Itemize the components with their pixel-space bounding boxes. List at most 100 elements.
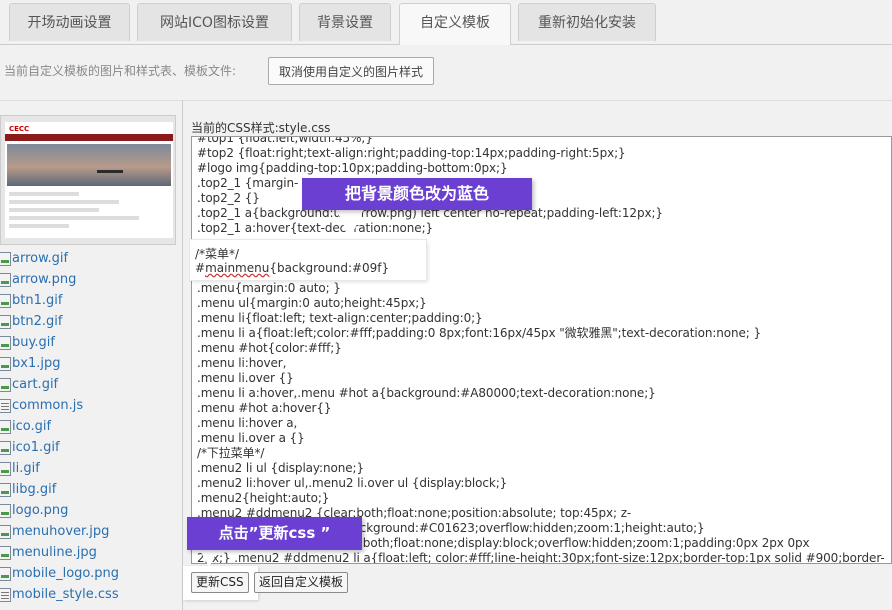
image-file-icon xyxy=(0,566,11,581)
image-file-icon xyxy=(0,314,11,329)
css-editor-textarea[interactable]: #top1 {float:left;width:45%;} #top2 {floa… xyxy=(191,136,892,564)
image-file-icon xyxy=(0,503,11,518)
file-name: cart.gif xyxy=(12,377,59,392)
file-list: arrow.gif arrow.png btn1.gif btn2.gif buy.gi… xyxy=(0,248,182,605)
file-name: mobile_style.css xyxy=(12,587,119,602)
thumbnail-banner xyxy=(7,144,171,186)
image-file-icon xyxy=(0,545,11,560)
mainmenu-rule-line: #mainmenu{background:#09f} xyxy=(195,261,389,275)
hash-char: # xyxy=(195,261,206,275)
tab-custom-template[interactable]: 自定义模板 xyxy=(399,3,511,45)
tab-website-ico[interactable]: 网站ICO图标设置 xyxy=(137,3,292,41)
background-declaration: {background:#09f} xyxy=(269,261,390,275)
tab-reinitialize[interactable]: 重新初始化安装 xyxy=(518,3,656,41)
file-name: logo.png xyxy=(12,503,69,518)
file-item[interactable]: arrow.png xyxy=(0,269,182,290)
file-name: menuhover.jpg xyxy=(12,524,110,539)
file-item[interactable]: cart.gif xyxy=(0,374,182,395)
update-css-button[interactable]: 更新CSS xyxy=(191,572,249,593)
thumbnail-nav-bar xyxy=(5,134,173,141)
file-item[interactable]: common.js xyxy=(0,395,182,416)
file-item[interactable]: ico.gif xyxy=(0,416,182,437)
file-item[interactable]: btn2.gif xyxy=(0,311,182,332)
image-file-icon xyxy=(0,272,11,287)
menu-comment-line: /*菜单*/ xyxy=(195,247,240,261)
file-item[interactable]: arrow.gif xyxy=(0,248,182,269)
image-file-icon xyxy=(0,356,11,371)
code-line: .menu li{float:left; text-align:center;p… xyxy=(197,311,483,325)
file-item[interactable]: ico1.gif xyxy=(0,437,182,458)
code-line: .menu2{height:auto;} xyxy=(197,491,330,505)
file-name: bx1.jpg xyxy=(12,356,61,371)
file-item[interactable]: libg.gif xyxy=(0,479,182,500)
callout-pointer xyxy=(199,549,219,567)
thumbnail-ship xyxy=(97,156,123,173)
file-name: li.gif xyxy=(12,461,40,476)
code-line: #top1 {float:left;width:45%;} xyxy=(197,136,373,145)
file-name: libg.gif xyxy=(12,482,57,497)
file-name: btn2.gif xyxy=(12,314,63,329)
file-name: mobile_logo.png xyxy=(12,566,120,581)
image-file-icon xyxy=(0,377,11,392)
thumbnail-logo: CECC xyxy=(9,125,30,133)
image-file-icon xyxy=(0,440,11,455)
tab-background[interactable]: 背景设置 xyxy=(299,3,391,41)
code-line: .menu li:hover a, xyxy=(197,416,298,430)
code-line: .menu ul{margin:0 auto;height:45px;} xyxy=(197,296,427,310)
template-thumbnail[interactable]: CECC xyxy=(0,115,176,245)
image-file-icon xyxy=(0,524,11,539)
selector-mainmenu: mainmenu xyxy=(205,261,270,275)
css-file-label: 当前的CSS样式:style.css xyxy=(191,121,331,135)
thumbnail-row xyxy=(9,200,119,204)
thumbnail-row xyxy=(9,192,79,196)
callout-pointer xyxy=(336,209,364,239)
cancel-custom-style-button[interactable]: 取消使用自定义的图片样式 xyxy=(268,57,435,85)
back-to-template-button[interactable]: 返回自定义模板 xyxy=(254,572,349,593)
file-name: buy.gif xyxy=(12,335,55,350)
template-preview-image: CECC xyxy=(5,122,173,238)
file-item[interactable]: mobile_logo.png xyxy=(0,563,182,584)
callout-click-update: 点击”更新css ” xyxy=(187,517,362,550)
code-line: .menu #hot a:hover{} xyxy=(197,401,332,415)
file-item[interactable]: logo.png xyxy=(0,500,182,521)
file-name: arrow.png xyxy=(12,272,77,287)
file-name: common.js xyxy=(12,398,84,413)
tab-bar: 开场动画设置 网站ICO图标设置 背景设置 自定义模板 重新初始化安装 xyxy=(0,0,892,45)
file-name: btn1.gif xyxy=(12,293,63,308)
code-line: .menu li.over {} xyxy=(197,371,294,385)
image-file-icon xyxy=(0,293,11,308)
file-item[interactable]: li.gif xyxy=(0,458,182,479)
css-file-icon xyxy=(0,587,11,602)
code-line: #logo img{padding-top:10px;padding-botto… xyxy=(197,161,508,175)
image-file-icon xyxy=(0,482,11,497)
file-item[interactable]: btn1.gif xyxy=(0,290,182,311)
code-line: .menu li:hover, xyxy=(197,356,287,370)
file-item[interactable]: menuline.jpg xyxy=(0,542,182,563)
thumbnail-row xyxy=(9,224,69,228)
thumbnail-row xyxy=(9,208,99,212)
thumbnail-row xyxy=(9,216,139,220)
code-line: .menu2 li ul {display:none;} xyxy=(197,461,365,475)
code-line: .menu li a{float:left;color:#fff;padding… xyxy=(197,326,762,340)
callout-change-background: 把背景颜色改为蓝色 xyxy=(302,178,532,210)
image-file-icon xyxy=(0,335,11,350)
file-item[interactable]: bx1.jpg xyxy=(0,353,182,374)
image-file-icon xyxy=(0,419,11,434)
tab-opening-animation[interactable]: 开场动画设置 xyxy=(9,3,130,41)
script-file-icon xyxy=(0,398,11,413)
file-sidebar: CECC arrow.gif arrow.png btn1.gif btn2.gif b… xyxy=(0,110,182,610)
file-name: menuline.jpg xyxy=(12,545,97,560)
file-item[interactable]: menuhover.jpg xyxy=(0,521,182,542)
image-file-icon xyxy=(0,251,11,266)
info-text: 当前自定义模板的图片和样式表、模板文件: xyxy=(4,64,237,78)
highlighted-code-box: /*菜单*/ #mainmenu{background:#09f} xyxy=(190,240,426,280)
file-item[interactable]: mobile_style.css xyxy=(0,584,182,605)
code-line: .menu li a:hover,.menu #hot a{background… xyxy=(197,386,656,400)
code-line: .menu2 li:hover ul,.menu2 li.over ul {di… xyxy=(197,476,508,490)
file-name: arrow.gif xyxy=(12,251,69,266)
file-item[interactable]: buy.gif xyxy=(0,332,182,353)
code-line: 2px;} .menu2 #ddmenu2 li a{float:left; c… xyxy=(197,551,885,564)
code-line: .top2_1 a:hover{text-decoration:none;} xyxy=(197,221,434,235)
css-code: #top1 {float:left;width:45%;} #top2 {floa… xyxy=(192,136,891,564)
code-line: .menu{margin:0 auto; } xyxy=(197,281,341,295)
